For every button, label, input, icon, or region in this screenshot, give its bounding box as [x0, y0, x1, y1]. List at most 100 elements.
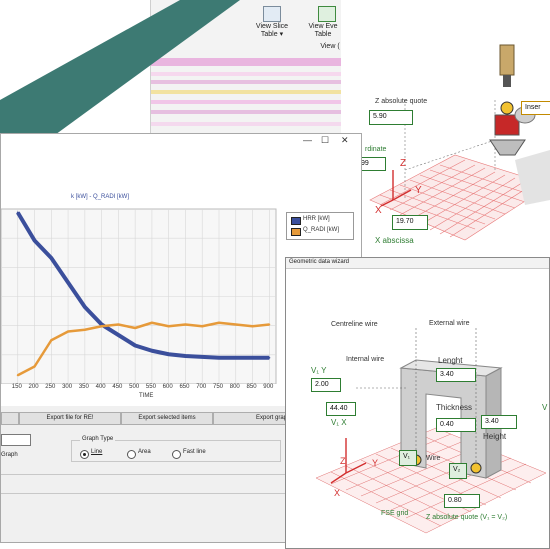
ordinate-input[interactable]: 99	[358, 157, 386, 171]
radio-line-label: Line	[91, 449, 103, 455]
radio-line[interactable]	[80, 450, 89, 459]
data-point	[217, 321, 220, 324]
centreline-wire-label: Centreline wire	[331, 321, 378, 328]
v1x-label: V₁ X	[331, 418, 347, 427]
legend-swatch-hrr	[291, 217, 301, 225]
data-point	[184, 355, 187, 357]
export-button-partial[interactable]	[1, 412, 19, 425]
data-point	[83, 328, 86, 331]
external-wire-label: External wire	[429, 320, 470, 327]
right-edge-label: V	[542, 403, 548, 412]
radio-area[interactable]	[127, 450, 136, 459]
graph-select-input[interactable]	[1, 434, 31, 446]
wire-label: Wire	[426, 455, 441, 462]
v2-tag: V₂	[449, 463, 467, 479]
data-point	[16, 211, 19, 214]
z-quote-label: Z absolute quote (V₁ = V₂)	[426, 514, 508, 521]
graph-titlebar: — ☐ ✕	[1, 134, 361, 148]
graph-type-group: Graph Type Line Area Fast line	[71, 436, 281, 462]
thickness-label: Thickness	[436, 403, 473, 412]
axis-z-label: Z	[400, 158, 407, 169]
graph-type-title: Graph Type	[80, 436, 116, 442]
view-events-table-button[interactable]: View Eve Table	[303, 23, 341, 39]
data-point	[33, 239, 36, 242]
series-header: k [kW] - Q_RADI [kW]	[71, 194, 129, 200]
data-point	[67, 281, 70, 284]
events-table-icon	[318, 6, 336, 22]
ordinate-label: rdinate	[365, 146, 387, 153]
x-tick-label: 550	[145, 384, 156, 390]
data-point	[67, 330, 70, 333]
data-point	[234, 323, 237, 326]
v1y-label: V₁ Y	[311, 366, 327, 375]
thickness-input[interactable]: 0.40	[436, 418, 476, 432]
x-abscissa-label: X abscissa	[375, 236, 414, 245]
data-point	[134, 344, 137, 347]
x-tick-label: 450	[112, 384, 123, 390]
insert-label: Inser	[521, 101, 550, 115]
x-tick-label: 850	[246, 384, 257, 390]
z-absolute-quote-input[interactable]: 5.90	[369, 110, 413, 125]
data-point	[201, 355, 204, 358]
v1x-input[interactable]: 44.40	[326, 402, 356, 416]
axis-x-label: X	[375, 205, 382, 216]
x-tick-label: 800	[229, 384, 240, 390]
view-group-label: View (	[320, 43, 340, 50]
x-tick-label: 500	[129, 384, 140, 390]
data-point	[268, 323, 271, 326]
axis-y-label: Y	[372, 458, 379, 468]
data-point	[50, 339, 53, 342]
data-point	[83, 306, 86, 308]
chevron-down-icon: ▾	[279, 31, 284, 38]
chart-legend: HRR [kW] Q_RADI [kW]	[286, 212, 354, 240]
x-tick-label: 250	[45, 384, 56, 390]
maximize-button[interactable]: ☐	[321, 135, 329, 146]
v2-marker	[470, 462, 482, 474]
v1-tag: V₁	[399, 450, 417, 466]
fse-grid-label: FSE grid	[381, 510, 409, 517]
slice-table-icon	[263, 6, 281, 22]
height-input[interactable]: 3.40	[481, 415, 517, 429]
sprinkler-top-icon	[499, 44, 515, 87]
data-point	[201, 325, 204, 328]
status-bar	[1, 474, 301, 494]
x-tick-label: 650	[179, 384, 190, 390]
data-point	[167, 325, 170, 328]
export-selected-items-button[interactable]: Export selected items	[121, 412, 213, 425]
data-point	[33, 365, 36, 368]
x-tick-label: 350	[78, 384, 89, 390]
data-point	[251, 356, 254, 359]
data-point	[117, 334, 120, 336]
minimize-button[interactable]: —	[303, 135, 312, 145]
data-point	[217, 356, 220, 359]
z-quote-input[interactable]: 0.80	[444, 494, 480, 508]
graph-label: Graph	[1, 452, 18, 458]
data-point	[100, 325, 103, 328]
radio-fast-line[interactable]	[172, 450, 181, 459]
height-label: Height	[483, 432, 507, 441]
view-slice-table-label: View Slice Table	[255, 23, 289, 38]
export-file-button[interactable]: Export file for RE!	[19, 412, 121, 425]
v1y-input[interactable]: 2.00	[311, 378, 341, 392]
x-tick-label: 400	[95, 384, 106, 390]
data-point	[251, 325, 254, 328]
data-point	[268, 356, 271, 359]
iso-grid-svg	[369, 44, 550, 241]
lenght-input[interactable]: 3.40	[436, 368, 476, 382]
graph-blank-header	[1, 148, 361, 188]
data-point	[184, 323, 187, 326]
data-point	[150, 321, 153, 324]
x-tick-label: 300	[62, 384, 73, 390]
data-point	[134, 327, 137, 329]
legend-swatch-qradi	[291, 228, 301, 236]
view-events-table-label: View Eve Table	[308, 23, 338, 38]
radio-fast-line-label: Fast line	[183, 449, 206, 455]
close-button[interactable]: ✕	[341, 135, 349, 146]
axis-x-label: X	[334, 488, 341, 498]
x-axis-label: TIME	[139, 393, 154, 399]
radio-area-label: Area	[138, 449, 151, 455]
x-tick-label: 700	[196, 384, 207, 390]
x-tick-label: 150	[11, 384, 22, 390]
x-abscissa-input[interactable]: 19.70	[392, 215, 428, 230]
data-point	[117, 323, 120, 326]
